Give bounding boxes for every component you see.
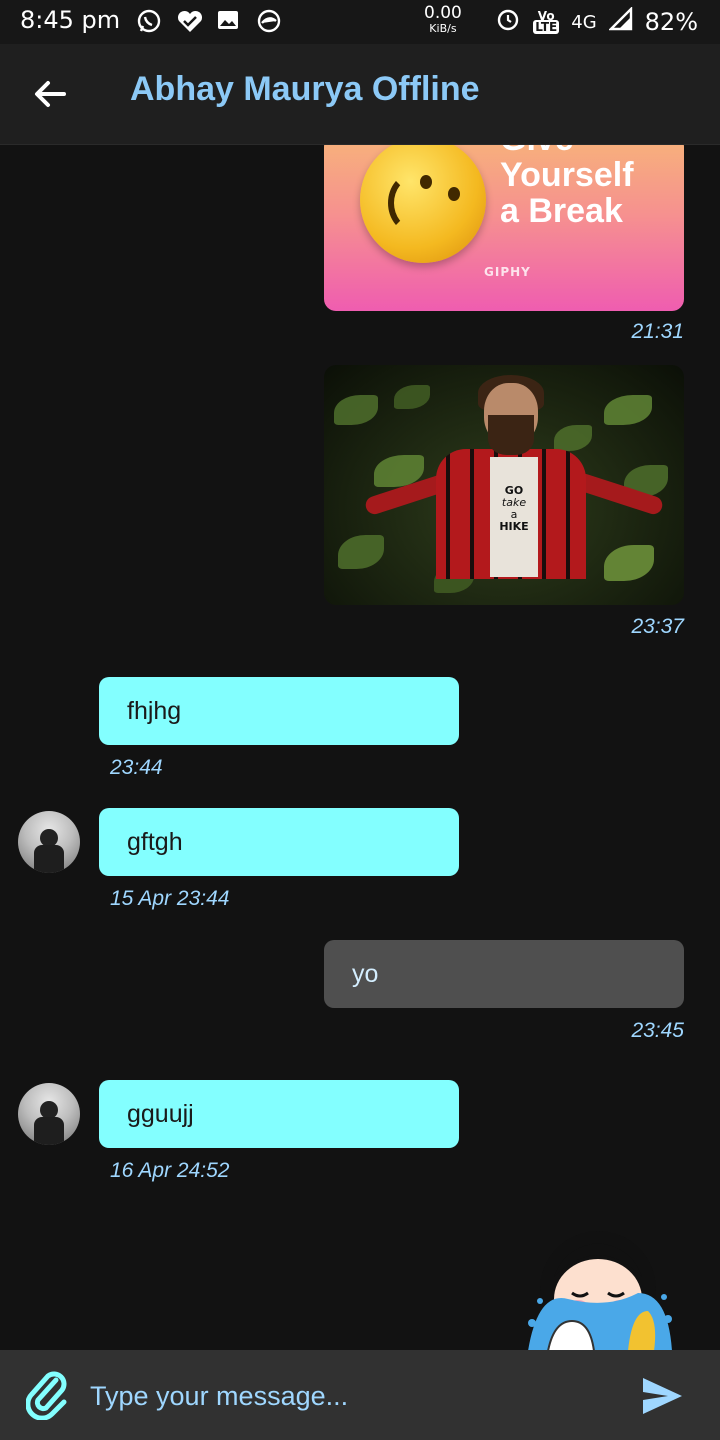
back-button[interactable] [30,74,70,114]
net-speed-value: 0.00 [424,3,462,23]
shirt-print: GO take a HIKE [490,457,538,577]
network-type: 4G [571,11,597,33]
message-time: 23:37 [631,615,684,638]
status-bar: 8:45 pm 0.00 KiB/s Vo LTE 4G 82% [0,0,720,44]
upside-down-face-emoji [360,145,486,263]
status-time: 8:45 pm [20,6,121,34]
gif-caption-line: a Break [500,192,623,230]
chat-title: Abhay Maurya Offline [130,70,480,108]
message-input[interactable] [88,1368,622,1424]
message-composer [0,1350,720,1440]
message-time: 15 Apr 23:44 [110,887,230,910]
contact-avatar[interactable] [18,1083,80,1145]
message-list[interactable]: Give Yourself a Break GIPHY 21:31 GO tak… [0,145,720,1350]
chat-header: Abhay Maurya Offline [0,44,720,145]
gif-caption: Give Yourself a Break [500,145,634,229]
giphy-badge: GIPHY [484,265,531,279]
status-right: Vo LTE 4G 82% [495,6,698,38]
volte-badge: Vo LTE [533,10,560,34]
shirt-text: HIKE [499,520,529,533]
arrow-left-icon [35,81,66,107]
send-icon [643,1378,682,1414]
incoming-message[interactable]: gguujj [99,1080,459,1148]
outgoing-message[interactable]: yo [324,940,684,1008]
alert-icon [256,8,282,34]
message-time: 21:31 [631,320,684,343]
contact-avatar[interactable] [18,811,80,873]
incoming-message[interactable]: gftgh [99,808,459,876]
paperclip-icon [25,1371,67,1421]
network-speed: 0.00 KiB/s [424,5,462,37]
gif-caption-line: Yourself [500,156,634,194]
heart-check-icon [176,8,203,34]
message-time: 23:44 [110,756,163,779]
net-speed-unit: KiB/s [429,22,457,35]
sticker-message[interactable] [508,1227,684,1350]
send-button[interactable] [640,1374,684,1418]
lte-label: LTE [533,20,560,34]
incoming-message[interactable]: fhjhg [99,677,459,745]
battery-level: 82% [644,8,698,36]
whatsapp-icon [136,8,162,34]
crying-girl-sticker [528,1231,672,1350]
gallery-icon [216,8,242,34]
alarm-icon [495,6,521,38]
gif-message[interactable]: Give Yourself a Break GIPHY [324,145,684,311]
message-time: 16 Apr 24:52 [110,1159,230,1182]
image-message[interactable]: GO take a HIKE [324,365,684,605]
message-time: 23:45 [631,1019,684,1042]
attach-button[interactable] [25,1370,68,1421]
signal-icon [607,6,633,37]
notification-icons [136,8,282,34]
